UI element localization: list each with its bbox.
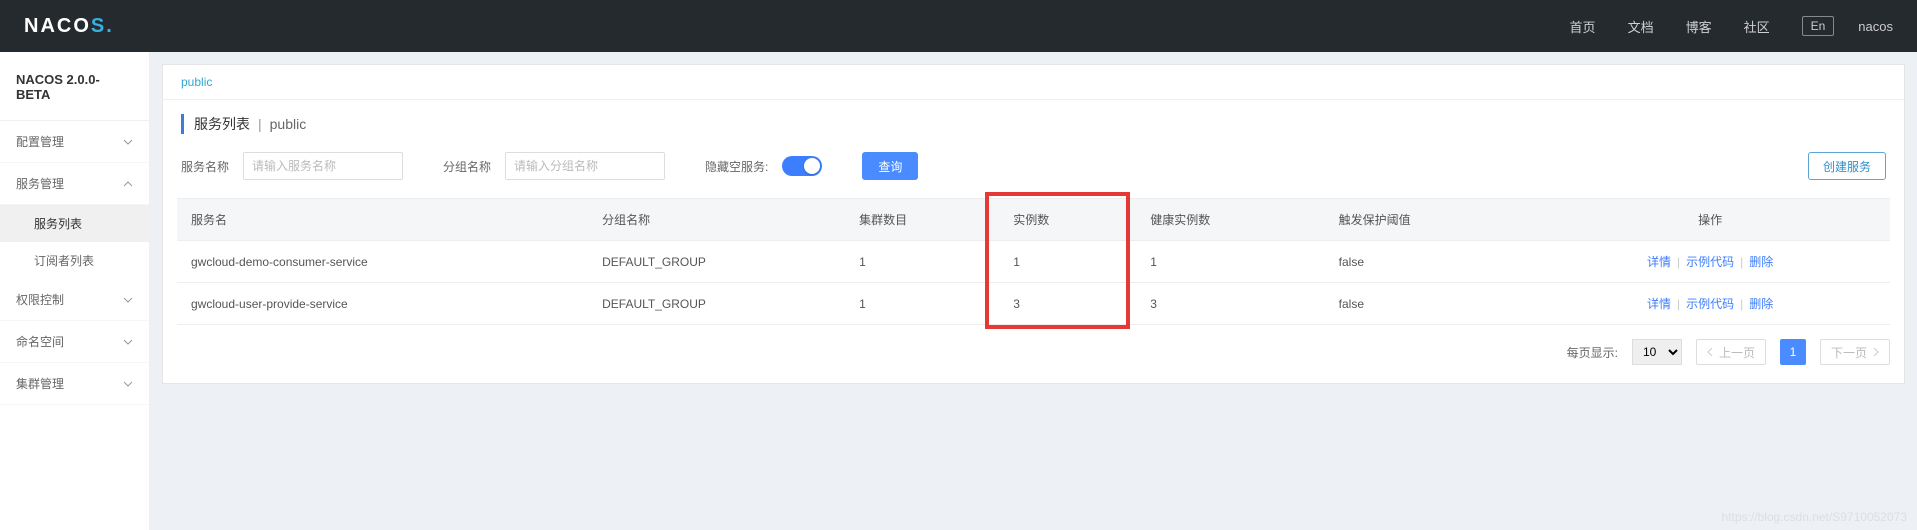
sidebar-item[interactable]: 命名空间 [0,321,149,363]
query-button[interactable]: 查询 [862,152,918,180]
nav-home[interactable]: 首页 [1570,17,1596,36]
sidebar: NACOS 2.0.0-BETA 配置管理服务管理服务列表订阅者列表权限控制命名… [0,52,150,530]
logo: NACOS. [24,15,114,38]
table-header-cell: 分组名称 [588,199,845,241]
table-cell: gwcloud-user-provide-service [177,283,588,325]
namespace-tab-public[interactable]: public [181,75,212,89]
chevron-down-icon [123,137,133,147]
table-header-cell: 服务名 [177,199,588,241]
table-header-cell: 集群数目 [845,199,999,241]
filter-bar: 服务名称 分组名称 隐藏空服务: 查询 创建服务 [163,142,1904,198]
chevron-left-icon [1707,348,1715,356]
table-cell: false [1325,283,1531,325]
service-name-label: 服务名称 [181,158,229,175]
table-cell: gwcloud-demo-consumer-service [177,241,588,283]
prev-page-button[interactable]: 上一页 [1696,339,1766,365]
op-delete[interactable]: 删除 [1749,255,1773,269]
table-cell: 3 [1136,283,1324,325]
op-delete[interactable]: 删除 [1749,297,1773,311]
nav-community[interactable]: 社区 [1744,17,1770,36]
page-title-namespace: public [270,116,307,132]
page-size-label: 每页显示: [1567,344,1618,361]
sidebar-item-label: 服务管理 [16,175,64,192]
table-header-cell: 触发保护阈值 [1325,199,1531,241]
page-title-text: 服务列表 [194,114,250,134]
sidebar-item[interactable]: 服务管理 [0,163,149,205]
table-row: gwcloud-user-provide-serviceDEFAULT_GROU… [177,283,1890,325]
sidebar-item-label: 权限控制 [16,291,64,308]
table-header-cell: 实例数 [999,199,1136,241]
hide-empty-toggle[interactable] [782,156,822,176]
table-cell: 1 [1136,241,1324,283]
sidebar-subitem[interactable]: 订阅者列表 [0,242,149,279]
table-row: gwcloud-demo-consumer-serviceDEFAULT_GRO… [177,241,1890,283]
chevron-down-icon [123,295,133,305]
group-name-input[interactable] [505,152,665,180]
page-size-select[interactable]: 10 [1632,339,1682,365]
table-ops-cell: 详情|示例代码|删除 [1530,283,1890,325]
page-number-current[interactable]: 1 [1780,339,1806,365]
top-header: NACOS. 首页 文档 博客 社区 En nacos [0,0,1917,52]
title-separator: | [258,116,262,132]
header-nav: 首页 文档 博客 社区 En [1570,16,1835,36]
nav-blog[interactable]: 博客 [1686,17,1712,36]
version-label: NACOS 2.0.0-BETA [0,52,149,121]
table-cell: 3 [999,283,1136,325]
chevron-up-icon [123,179,133,189]
sidebar-item-label: 配置管理 [16,133,64,150]
create-service-button[interactable]: 创建服务 [1808,152,1886,180]
service-table: 服务名分组名称集群数目实例数健康实例数触发保护阈值操作 gwcloud-demo… [177,198,1890,325]
lang-switch[interactable]: En [1802,16,1835,36]
table-cell: 1 [999,241,1136,283]
next-page-button[interactable]: 下一页 [1820,339,1890,365]
chevron-down-icon [123,379,133,389]
table-header-cell: 操作 [1530,199,1890,241]
chevron-down-icon [123,337,133,347]
sidebar-item-label: 集群管理 [16,375,64,392]
op-sample-code[interactable]: 示例代码 [1686,297,1734,311]
sidebar-item[interactable]: 集群管理 [0,363,149,405]
sidebar-item-label: 命名空间 [16,333,64,350]
op-detail[interactable]: 详情 [1647,255,1671,269]
hide-empty-label: 隐藏空服务: [705,158,768,175]
main-content: public 服务列表 | public 服务名称 分组名称 隐藏空服务: [150,52,1917,530]
op-sample-code[interactable]: 示例代码 [1686,255,1734,269]
pagination: 每页显示: 10 上一页 1 下一页 [163,325,1904,383]
chevron-right-icon [1871,348,1879,356]
sidebar-item[interactable]: 权限控制 [0,279,149,321]
sidebar-item[interactable]: 配置管理 [0,121,149,163]
nav-docs[interactable]: 文档 [1628,17,1654,36]
op-detail[interactable]: 详情 [1647,297,1671,311]
page-title: 服务列表 | public [181,114,306,134]
table-ops-cell: 详情|示例代码|删除 [1530,241,1890,283]
table-header-cell: 健康实例数 [1136,199,1324,241]
service-name-input[interactable] [243,152,403,180]
sidebar-subitem[interactable]: 服务列表 [0,205,149,242]
group-name-label: 分组名称 [443,158,491,175]
user-menu[interactable]: nacos [1858,19,1893,34]
table-cell: DEFAULT_GROUP [588,283,845,325]
table-cell: DEFAULT_GROUP [588,241,845,283]
table-cell: 1 [845,241,999,283]
table-cell: 1 [845,283,999,325]
table-cell: false [1325,241,1531,283]
namespace-tabs: public [163,65,1904,100]
